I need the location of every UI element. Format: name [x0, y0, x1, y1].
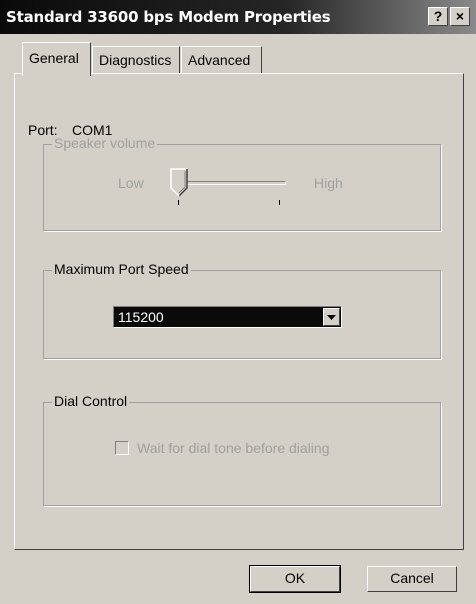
chevron-down-icon — [327, 315, 336, 320]
dropdown-arrow-button[interactable] — [323, 308, 340, 326]
speaker-volume-title: Speaker volume — [52, 135, 158, 151]
port-speed-select[interactable]: 115200 — [113, 306, 342, 328]
tab-advanced[interactable]: Advanced — [181, 46, 262, 74]
tab-label: Advanced — [188, 52, 251, 68]
window-title: Standard 33600 bps Modem Properties — [6, 8, 331, 26]
port-speed-value: 115200 — [118, 309, 164, 325]
slider-tick — [178, 200, 179, 205]
close-button[interactable]: × — [450, 7, 470, 26]
volume-slider-thumb[interactable] — [170, 168, 190, 198]
max-port-speed-title: Maximum Port Speed — [52, 261, 191, 277]
wait-dial-tone-checkbox[interactable] — [115, 441, 129, 455]
title-bar[interactable]: Standard 33600 bps Modem Properties ? × — [0, 0, 476, 34]
ok-button[interactable]: OK — [249, 565, 341, 593]
volume-low-label: Low — [118, 175, 144, 191]
properties-dialog: Standard 33600 bps Modem Properties ? × … — [0, 0, 476, 604]
cancel-button[interactable]: Cancel — [367, 566, 457, 592]
volume-slider-track[interactable] — [178, 181, 286, 185]
tab-diagnostics[interactable]: Diagnostics — [92, 46, 180, 74]
wait-dial-tone-label: Wait for dial tone before dialing — [137, 440, 330, 456]
speaker-volume-group: Speaker volume — [43, 135, 441, 231]
tab-label: Diagnostics — [99, 52, 172, 68]
dial-control-title: Dial Control — [52, 393, 130, 409]
slider-tick — [279, 200, 280, 205]
tab-label: General — [29, 50, 79, 66]
tab-general[interactable]: General — [22, 42, 91, 76]
help-button[interactable]: ? — [428, 7, 448, 26]
volume-high-label: High — [314, 175, 343, 191]
